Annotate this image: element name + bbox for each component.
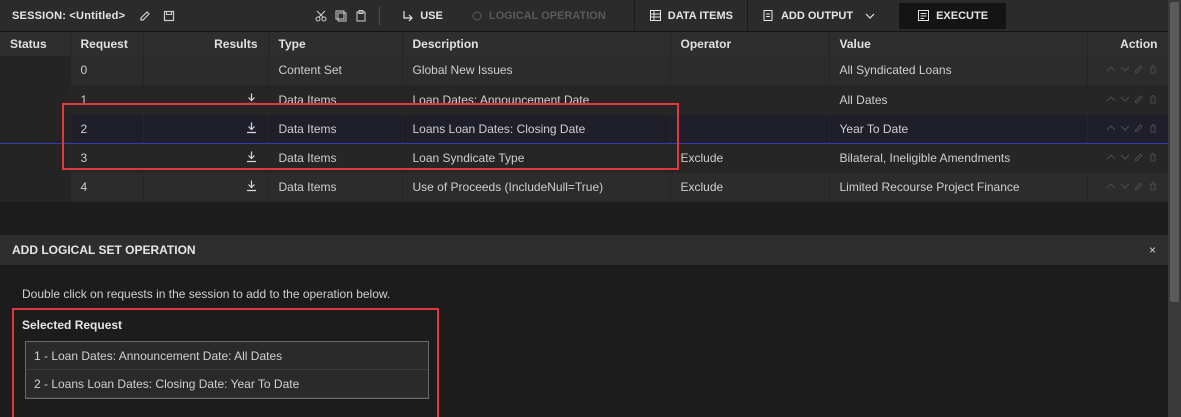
value-cell: Year To Date (829, 113, 1088, 144)
chevron-down-icon[interactable] (1120, 152, 1130, 162)
chevron-up-icon[interactable] (1106, 181, 1116, 191)
col-header-results[interactable]: Results (143, 32, 269, 56)
col-header-action[interactable]: Action (1087, 32, 1169, 56)
action-cell (1087, 85, 1169, 115)
save-icon[interactable] (159, 6, 179, 26)
toolbar-divider (379, 5, 381, 26)
scrollbar-thumb[interactable] (1170, 2, 1179, 302)
edit-icon[interactable] (1134, 152, 1144, 162)
copy-icon[interactable] (331, 6, 351, 26)
action-cell (1087, 143, 1169, 173)
trash-icon[interactable] (1148, 64, 1158, 74)
close-icon[interactable]: × (1149, 243, 1156, 257)
execute-button[interactable]: EXECUTE (899, 2, 1007, 29)
data-items-label: DATA ITEMS (667, 9, 733, 22)
chevron-down-icon[interactable] (1120, 123, 1130, 133)
execute-icon (918, 10, 930, 21)
trash-icon[interactable] (1148, 152, 1158, 162)
highlight-box-requests (62, 103, 679, 170)
chevron-up-icon[interactable] (1106, 152, 1116, 162)
request-cell: 0 (70, 56, 144, 86)
status-cell (0, 113, 71, 144)
results-cell (143, 56, 269, 86)
status-cell (0, 172, 71, 202)
logical-set-panel-header: ADD LOGICAL SET OPERATION × (0, 235, 1168, 265)
data-items-button[interactable]: DATA ITEMS (633, 0, 747, 32)
value-cell: All Syndicated Loans (829, 56, 1088, 86)
add-output-label: ADD OUTPUT (780, 9, 854, 22)
chevron-up-icon[interactable] (1106, 94, 1116, 104)
panel-instructions: Double click on requests in the session … (22, 287, 391, 301)
edit-icon[interactable] (1134, 94, 1144, 104)
request-cell: 4 (70, 172, 144, 202)
chevron-up-icon[interactable] (1106, 123, 1116, 133)
logical-operation-label: LOGICAL OPERATION (488, 9, 606, 22)
status-cell (0, 143, 71, 173)
chevron-down-icon[interactable] (1120, 64, 1130, 74)
session-title: SESSION: <Untitled> (12, 9, 126, 22)
col-header-description[interactable]: Description (402, 32, 671, 56)
operator-cell (670, 85, 830, 115)
grid-icon (649, 10, 661, 21)
description-cell: Use of Proceeds (IncludeNull=True) (402, 172, 671, 202)
use-icon (403, 10, 414, 21)
chevron-down-icon (865, 13, 875, 19)
chevron-up-icon[interactable] (1106, 64, 1116, 74)
col-header-status[interactable]: Status (0, 32, 71, 56)
logical-operation-button[interactable]: LOGICAL OPERATION (457, 0, 620, 32)
edit-icon[interactable] (1134, 181, 1144, 191)
col-header-type[interactable]: Type (268, 32, 403, 56)
chevron-down-icon[interactable] (1120, 181, 1130, 191)
paste-icon[interactable] (351, 6, 371, 26)
logical-operation-icon (472, 11, 482, 20)
add-output-button[interactable]: ADD OUTPUT (746, 0, 889, 32)
use-button[interactable]: USE (388, 0, 457, 32)
value-cell: Bilateral, Ineligible Amendments (829, 143, 1088, 173)
col-header-operator[interactable]: Operator (670, 32, 830, 56)
status-cell (0, 85, 71, 115)
operator-cell (670, 56, 830, 86)
action-cell (1087, 56, 1169, 86)
edit-icon[interactable] (1134, 123, 1144, 133)
use-label: USE (420, 9, 443, 22)
action-cell (1087, 113, 1169, 144)
operator-cell: Exclude (670, 143, 830, 173)
col-header-request[interactable]: Request (70, 32, 144, 56)
session-toolbar: SESSION: <Untitled> USE LOGICAL OPERATIO… (0, 0, 1168, 32)
table-row[interactable]: 0 Content Set Global New Issues All Syndica… (0, 56, 1169, 86)
trash-icon[interactable] (1148, 181, 1158, 191)
execute-label: EXECUTE (936, 9, 989, 22)
value-cell: Limited Recourse Project Finance (829, 172, 1088, 202)
table-row[interactable]: 4 Data Items Use of Proceeds (IncludeNull=… (0, 172, 1169, 202)
type-cell: Data Items (268, 172, 403, 202)
value-cell: All Dates (829, 85, 1088, 115)
edit-icon[interactable] (135, 6, 155, 26)
output-icon (763, 10, 773, 21)
operator-cell (670, 113, 830, 144)
operator-cell: Exclude (670, 172, 830, 202)
col-header-value[interactable]: Value (829, 32, 1088, 56)
cut-icon[interactable] (311, 6, 331, 26)
type-cell: Content Set (268, 56, 403, 86)
trash-icon[interactable] (1148, 123, 1158, 133)
chevron-down-icon[interactable] (1120, 94, 1130, 104)
vertical-scrollbar[interactable] (1168, 0, 1181, 417)
trash-icon[interactable] (1148, 94, 1158, 104)
download-icon[interactable] (245, 179, 258, 195)
panel-title: ADD LOGICAL SET OPERATION (12, 243, 196, 257)
results-cell (143, 172, 269, 202)
action-cell (1087, 172, 1169, 202)
status-cell (0, 56, 71, 86)
table-header-row: Status Request Results Type Description … (0, 32, 1169, 56)
description-cell: Global New Issues (402, 56, 671, 86)
highlight-box-selected (12, 308, 439, 417)
edit-icon[interactable] (1134, 64, 1144, 74)
